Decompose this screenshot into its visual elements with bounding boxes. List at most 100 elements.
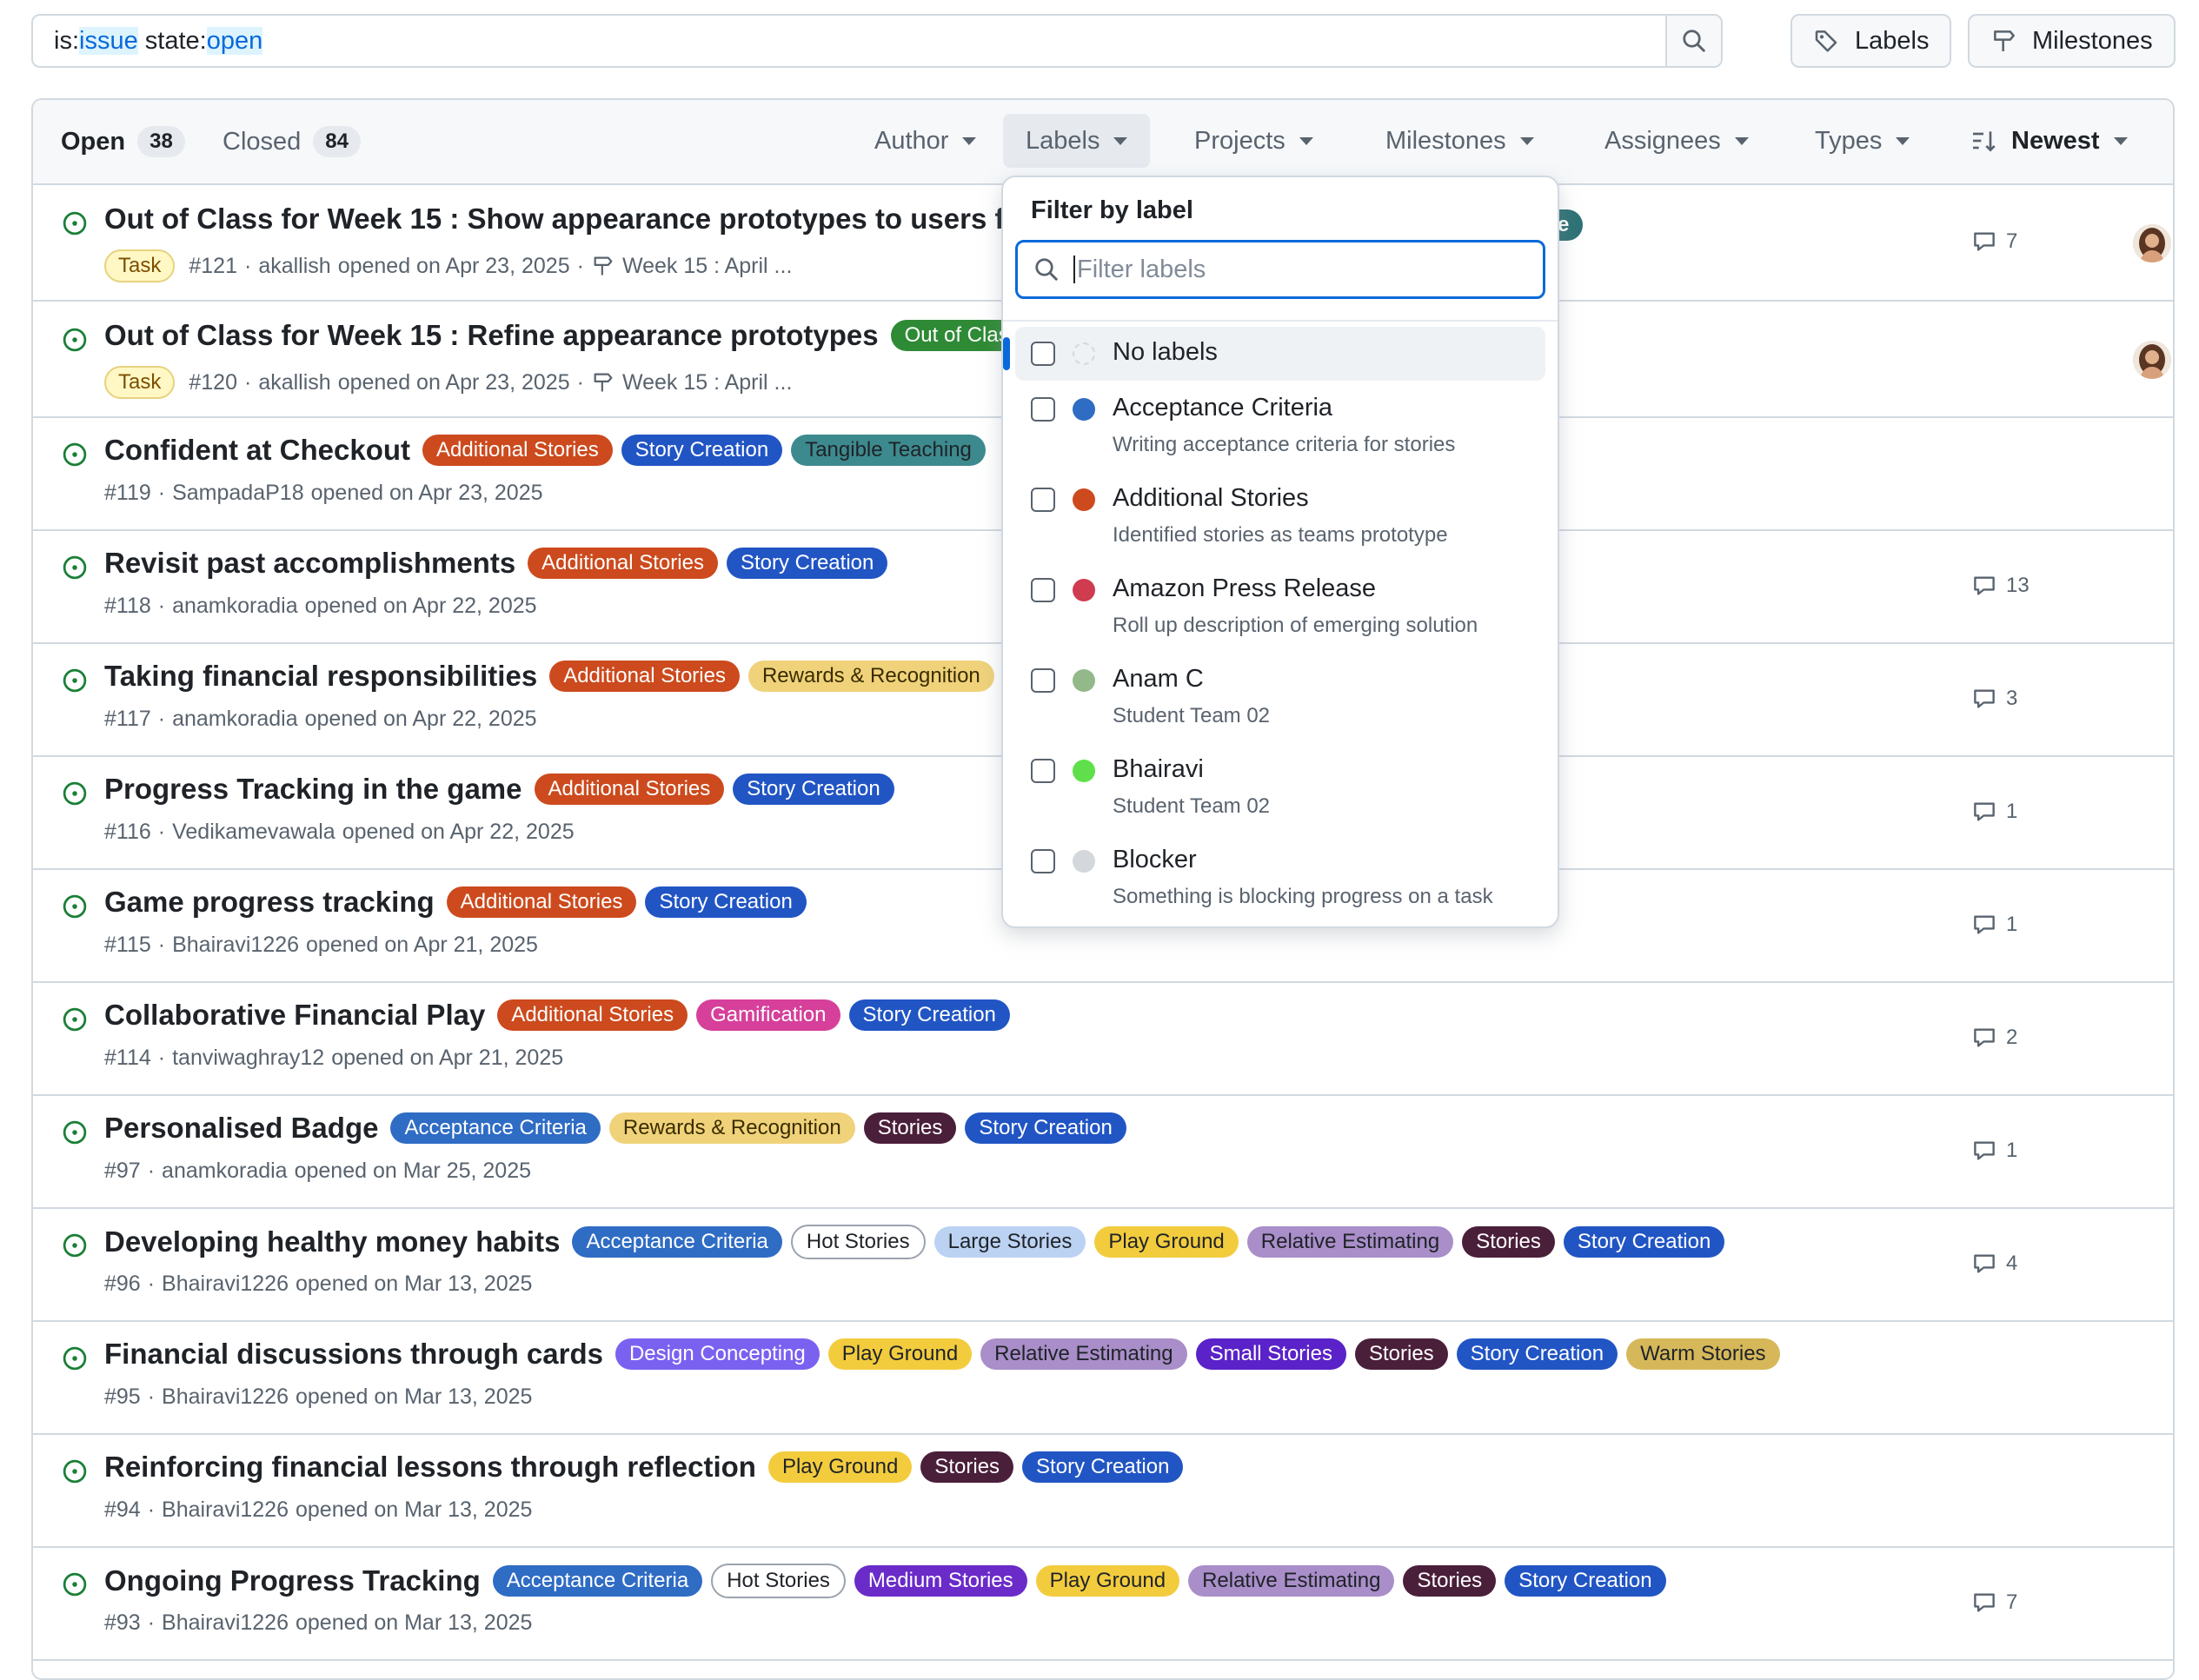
issue-title-link[interactable]: Collaborative Financial Play <box>104 999 485 1032</box>
issue-author[interactable]: anamkoradia <box>172 594 298 619</box>
search-bar[interactable]: is:issue state:open <box>31 14 1723 68</box>
label-checkbox[interactable] <box>1031 342 1055 366</box>
issue-label[interactable]: Additional Stories <box>422 435 613 466</box>
comment-count-link[interactable]: 7 <box>1971 229 2017 255</box>
assignees-filter[interactable]: Assignees <box>1582 114 1771 168</box>
issue-author[interactable]: Bhairavi1226 <box>162 1497 289 1523</box>
issue-label[interactable]: Medium Stories <box>854 1565 1027 1597</box>
issue-label[interactable]: Acceptance Criteria <box>492 1565 703 1597</box>
comment-count-link[interactable]: 1 <box>1971 912 2017 938</box>
label-option[interactable]: Acceptance Criteria Writing acceptance cr… <box>1015 382 1545 468</box>
issue-label[interactable]: Additional Stories <box>446 886 637 918</box>
issue-title-link[interactable]: Progress Tracking in the game <box>104 773 522 806</box>
label-checkbox[interactable] <box>1031 578 1055 602</box>
issue-author[interactable]: tanviwaghray12 <box>172 1046 324 1071</box>
label-checkbox[interactable] <box>1031 849 1055 873</box>
issue-title-link[interactable]: Developing healthy money habits <box>104 1225 560 1258</box>
issue-label[interactable]: Story Creation <box>733 774 894 805</box>
comment-count-link[interactable]: 7 <box>1971 1590 2017 1616</box>
issue-label[interactable]: Additional Stories <box>497 999 688 1031</box>
label-option[interactable]: Bhairavi Student Team 02 <box>1015 744 1545 829</box>
issue-label[interactable]: Acceptance Criteria <box>572 1226 782 1258</box>
issue-label[interactable]: Story Creation <box>965 1112 1126 1144</box>
issue-label[interactable]: Story Creation <box>1505 1565 1666 1597</box>
issue-label[interactable]: Relative Estimating <box>1188 1565 1395 1597</box>
label-option[interactable]: No labels <box>1003 327 1545 381</box>
issue-milestone[interactable]: Week 15 : April ... <box>622 254 792 279</box>
comment-count-link[interactable]: 3 <box>1971 686 2017 712</box>
label-option[interactable]: Additional Stories Identified stories as … <box>1015 473 1545 558</box>
issue-title-link[interactable]: Out of Class for Week 15 : Refine appear… <box>104 319 879 352</box>
assignee-avatar[interactable] <box>2133 224 2171 262</box>
issue-label[interactable]: Story Creation <box>848 999 1010 1031</box>
issue-label[interactable]: Design Concepting <box>615 1338 820 1370</box>
issue-label[interactable]: Play Ground <box>767 1451 913 1483</box>
comment-count-link[interactable]: 2 <box>1971 1025 2017 1051</box>
issue-author[interactable]: Bhairavi1226 <box>172 933 299 958</box>
issue-label[interactable]: Large Stories <box>933 1226 1086 1258</box>
issue-label[interactable]: Acceptance Criteria <box>390 1112 601 1144</box>
issue-author[interactable]: akallish <box>258 254 330 279</box>
comment-count-link[interactable]: 13 <box>1971 573 2030 599</box>
search-button[interactable] <box>1665 16 1721 66</box>
issue-label[interactable]: Story Creation <box>1456 1338 1618 1370</box>
issue-title-link[interactable]: Financial discussions through cards <box>104 1338 603 1371</box>
label-option[interactable]: Anam C Student Team 02 <box>1015 654 1545 739</box>
search-query[interactable]: is:issue state:open <box>33 16 1665 66</box>
issue-author[interactable]: akallish <box>258 370 330 395</box>
issue-label[interactable]: Play Ground <box>1094 1226 1239 1258</box>
issue-title-link[interactable]: Ongoing Progress Tracking <box>104 1564 481 1597</box>
issue-label[interactable]: Story Creation <box>645 886 807 918</box>
issue-author[interactable]: anamkoradia <box>172 707 298 732</box>
issue-label[interactable]: Additional Stories <box>549 661 740 692</box>
issue-label[interactable]: Warm Stories <box>1626 1338 1780 1370</box>
issue-label[interactable]: Play Ground <box>1035 1565 1180 1597</box>
issue-author[interactable]: SampadaP18 <box>172 481 304 506</box>
issue-author[interactable]: Bhairavi1226 <box>162 1385 289 1410</box>
issue-label[interactable]: Story Creation <box>726 548 888 579</box>
label-checkbox[interactable] <box>1031 488 1055 512</box>
filter-labels-input[interactable]: Filter labels <box>1015 240 1545 299</box>
issue-author[interactable]: Bhairavi1226 <box>162 1610 289 1636</box>
label-option[interactable]: Blocker Something is blocking progress on… <box>1015 834 1545 920</box>
comment-count-link[interactable]: 1 <box>1971 799 2017 825</box>
issue-milestone[interactable]: Week 15 : April ... <box>622 370 792 395</box>
issue-label[interactable]: Story Creation <box>1022 1451 1184 1483</box>
issue-label[interactable]: Tangible Teaching <box>791 435 986 466</box>
issue-label[interactable]: Additional Stories <box>528 548 718 579</box>
issue-label[interactable]: Stories <box>1462 1226 1555 1258</box>
issue-label[interactable]: Relative Estimating <box>1246 1226 1454 1258</box>
issue-title-link[interactable]: Taking financial responsibilities <box>104 660 537 693</box>
issue-author[interactable]: anamkoradia <box>162 1159 288 1184</box>
label-checkbox[interactable] <box>1031 759 1055 783</box>
labels-button[interactable]: Labels <box>1790 14 1952 68</box>
issue-row[interactable]: Financial discussions through cards Desig… <box>33 1322 2173 1435</box>
issue-label[interactable]: Gamification <box>696 999 840 1031</box>
issue-label[interactable]: Rewards & Recognition <box>608 1112 855 1144</box>
issue-title-link[interactable]: Personalised Badge <box>104 1112 378 1145</box>
label-checkbox[interactable] <box>1031 668 1055 693</box>
sort-dropdown[interactable]: Newest <box>1947 114 2150 168</box>
issue-row[interactable]: Developing healthy money habits Acceptanc… <box>33 1209 2173 1322</box>
projects-filter[interactable]: Projects <box>1172 114 1336 168</box>
milestones-filter[interactable]: Milestones <box>1363 114 1557 168</box>
issue-title-link[interactable]: Revisit past accomplishments <box>104 547 515 580</box>
issue-row[interactable]: Ongoing Progress Tracking Acceptance Crit… <box>33 1548 2173 1661</box>
labels-filter[interactable]: Labels <box>1003 114 1151 168</box>
issue-label[interactable]: Story Creation <box>621 435 783 466</box>
issue-label[interactable]: Rewards & Recognition <box>747 661 994 692</box>
issue-label[interactable]: Stories <box>1354 1338 1448 1370</box>
issue-title-link[interactable]: Game progress tracking <box>104 886 435 919</box>
issue-row[interactable]: Collaborative Financial Play Additional S… <box>33 983 2173 1096</box>
milestones-button[interactable]: Milestones <box>1968 14 2176 68</box>
issue-label[interactable]: Stories <box>1403 1565 1497 1597</box>
issue-title-link[interactable]: Reinforcing financial lessons through re… <box>104 1451 756 1484</box>
issue-label[interactable]: Small Stories <box>1195 1338 1346 1370</box>
closed-tab[interactable]: Closed 84 <box>223 100 361 183</box>
types-filter[interactable]: Types <box>1792 114 1932 168</box>
issue-author[interactable]: Vedikamevawala <box>172 820 335 845</box>
label-checkbox[interactable] <box>1031 397 1055 422</box>
issue-label[interactable]: Relative Estimating <box>980 1338 1187 1370</box>
comment-count-link[interactable]: 1 <box>1971 1138 2017 1164</box>
open-tab[interactable]: Open 38 <box>61 100 185 183</box>
